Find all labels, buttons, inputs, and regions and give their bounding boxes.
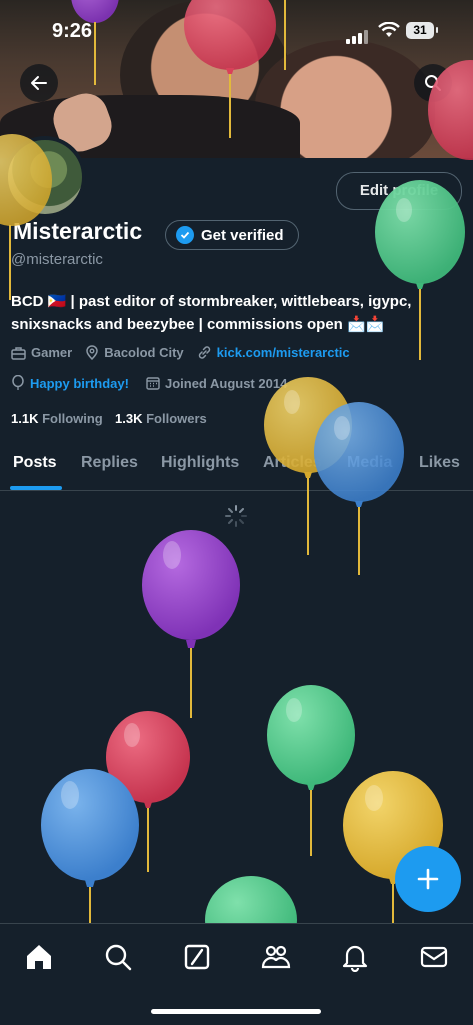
balloon-purple-center bbox=[142, 530, 240, 718]
search-button[interactable] bbox=[414, 64, 452, 102]
plus-icon bbox=[417, 868, 439, 890]
edit-profile-button[interactable]: Edit profile bbox=[336, 172, 462, 210]
compose-button[interactable] bbox=[395, 846, 461, 912]
link-icon bbox=[198, 346, 210, 359]
grok-icon[interactable] bbox=[182, 942, 212, 972]
communities-icon[interactable] bbox=[261, 942, 291, 972]
verified-badge-icon bbox=[176, 226, 194, 244]
followers-count: 1.3K bbox=[115, 411, 143, 426]
bio: BCD 🇵🇭 | past editor of stormbreaker, wi… bbox=[11, 290, 466, 336]
avatar[interactable] bbox=[4, 136, 86, 218]
search-icon bbox=[425, 75, 441, 91]
status-bar: 9:26 31 bbox=[0, 0, 473, 60]
tab-likes[interactable]: Likes bbox=[419, 454, 460, 472]
location-pin-icon bbox=[86, 345, 98, 360]
tab-highlights[interactable]: Highlights bbox=[161, 454, 239, 472]
birthday-label: Happy birthday! bbox=[30, 375, 129, 391]
bio-line: BCD 🇵🇭 | past editor of stormbreaker, wi… bbox=[11, 293, 412, 310]
signal-icon bbox=[346, 26, 370, 44]
balloon-red-lower bbox=[106, 711, 190, 872]
loading-spinner-icon bbox=[225, 505, 247, 527]
home-icon[interactable] bbox=[24, 942, 54, 972]
following-count: 1.1K bbox=[11, 411, 39, 426]
balloon-blue-lower bbox=[41, 769, 139, 925]
followers-link[interactable]: 1.3K Followers bbox=[115, 411, 207, 426]
balloon-green-mid bbox=[267, 685, 355, 856]
following-link[interactable]: 1.1K Following bbox=[11, 411, 103, 426]
notifications-icon[interactable] bbox=[340, 942, 370, 972]
followers-label: Followers bbox=[146, 411, 207, 426]
get-verified-label: Get verified bbox=[201, 226, 284, 244]
tab-articles[interactable]: Articles bbox=[263, 454, 322, 472]
joined-label: Joined August 2014 bbox=[164, 375, 288, 391]
calendar-icon bbox=[146, 377, 160, 390]
category-label: Gamer bbox=[31, 345, 73, 360]
status-time: 9:26 bbox=[52, 20, 93, 42]
arrow-left-icon bbox=[31, 76, 47, 90]
bio-line: snixsnacks and beezybee | commissions op… bbox=[11, 316, 385, 333]
active-tab-indicator bbox=[10, 486, 62, 490]
display-name: Misterarctic bbox=[13, 218, 143, 244]
profile-tabs: Posts Replies Highlights Articles Media … bbox=[0, 440, 473, 491]
wifi-icon bbox=[378, 22, 400, 37]
handle: @misterarctic bbox=[11, 251, 103, 268]
location-label: Bacolod City bbox=[104, 345, 184, 360]
briefcase-icon bbox=[11, 346, 26, 360]
messages-icon[interactable] bbox=[419, 942, 449, 972]
profile-meta-row: Happy birthday! Joined August 2014 bbox=[11, 375, 287, 391]
back-button[interactable] bbox=[20, 64, 58, 102]
tab-posts[interactable]: Posts bbox=[13, 454, 57, 472]
get-verified-button[interactable]: Get verified bbox=[165, 220, 299, 250]
profile-meta-row: Gamer Bacolod City kick.com/misterarctic bbox=[11, 345, 350, 360]
tab-media[interactable]: Media bbox=[347, 454, 392, 472]
tab-replies[interactable]: Replies bbox=[81, 454, 138, 472]
following-label: Following bbox=[42, 411, 103, 426]
home-indicator bbox=[151, 1009, 321, 1014]
balloon-icon bbox=[12, 375, 24, 390]
profile-link[interactable]: kick.com/misterarctic bbox=[217, 345, 350, 360]
search-icon[interactable] bbox=[103, 942, 133, 972]
battery-icon: 31 bbox=[406, 22, 438, 39]
